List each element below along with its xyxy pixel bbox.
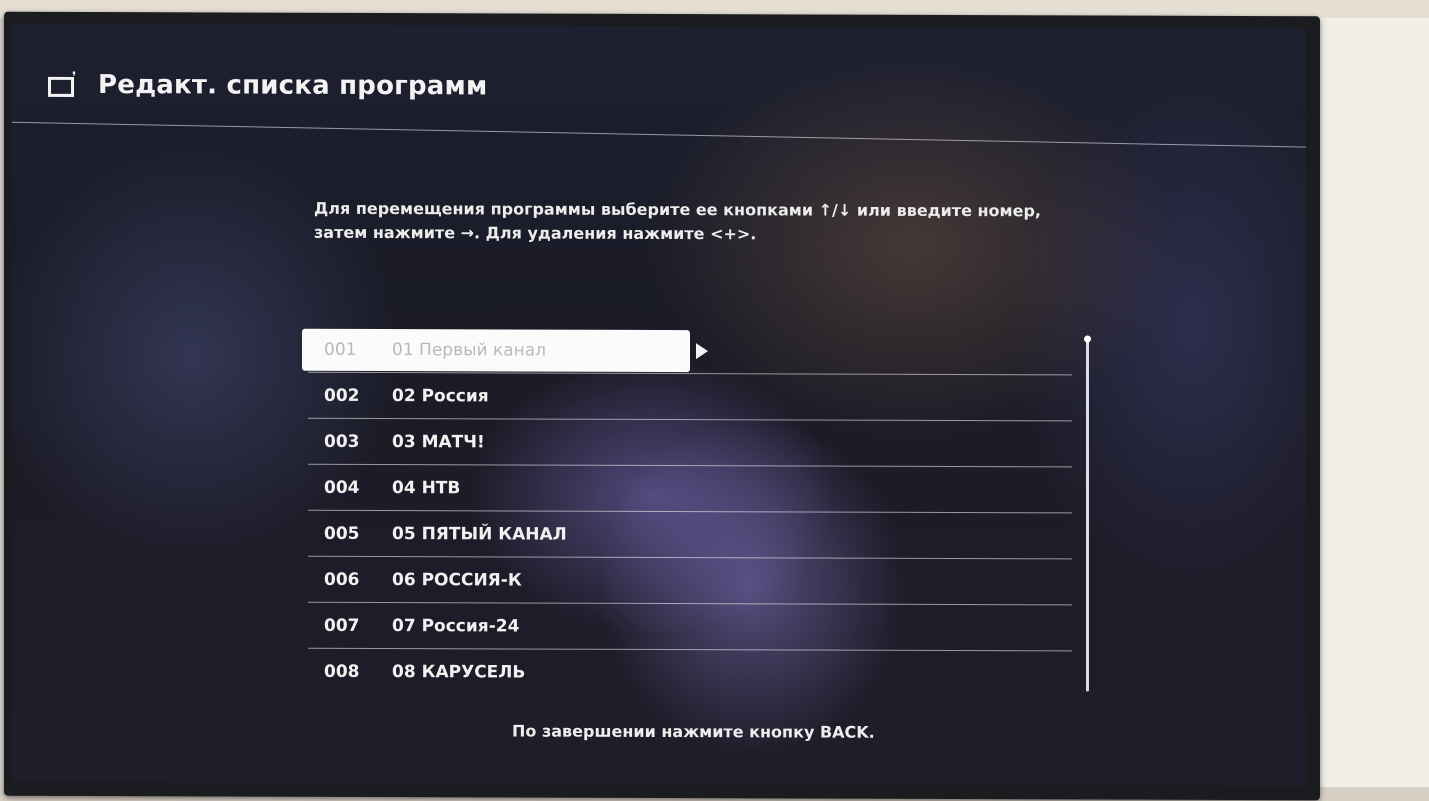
footer-hint: По завершении нажмите кнопку BACK. xyxy=(512,721,875,742)
tv-bezel: ❜ Редакт. списка программ Для перемещени… xyxy=(4,11,1320,801)
channel-row-008[interactable]: 008 08 КАРУСЕЛЬ xyxy=(302,649,1072,698)
channel-row-002[interactable]: 002 02 Россия xyxy=(302,373,1072,422)
channel-number: 003 xyxy=(324,431,360,452)
channel-row-004[interactable]: 004 04 НТВ xyxy=(302,465,1072,514)
instructions-text: Для перемещения программы выберите ее кн… xyxy=(314,197,1074,248)
list-scrollbar[interactable] xyxy=(1084,335,1091,692)
channel-number: 002 xyxy=(324,385,360,406)
channel-name: 05 ПЯТЫЙ КАНАЛ xyxy=(392,524,567,545)
channel-name: 06 РОССИЯ-К xyxy=(392,570,522,591)
page-title: Редакт. списка программ xyxy=(98,70,488,102)
channel-number: 001 xyxy=(324,339,357,360)
page-header: ❜ Редакт. списка программ xyxy=(48,70,488,102)
channel-number: 008 xyxy=(324,661,360,682)
channel-name: 08 КАРУСЕЛЬ xyxy=(392,662,526,683)
scrollbar-thumb[interactable] xyxy=(1084,335,1091,343)
channel-name: 07 Россия-24 xyxy=(392,616,520,637)
tv-screen: ❜ Редакт. списка программ Для перемещени… xyxy=(12,23,1306,787)
channel-name: 03 МАТЧ! xyxy=(392,432,485,453)
move-right-arrow-icon[interactable] xyxy=(696,343,708,360)
header-divider xyxy=(12,121,1306,148)
channel-list: 001 01 Первый канал 002 02 Россия 003 03… xyxy=(302,327,1072,698)
channel-row-005[interactable]: 005 05 ПЯТЫЙ КАНАЛ xyxy=(302,511,1072,560)
channel-name: 02 Россия xyxy=(392,386,489,407)
channel-number: 005 xyxy=(324,523,360,544)
tv-icon: ❜ xyxy=(48,70,84,99)
channel-number: 006 xyxy=(324,569,360,590)
channel-row-003[interactable]: 003 03 МАТЧ! xyxy=(302,419,1072,468)
channel-name: 01 Первый канал xyxy=(392,340,547,361)
channel-number: 007 xyxy=(324,615,360,636)
instructions-line-2: затем нажмите →. Для удаления нажмите <+… xyxy=(314,222,757,244)
channel-row-001[interactable]: 001 01 Первый канал xyxy=(302,327,1072,376)
channel-row-007[interactable]: 007 07 Россия-24 xyxy=(302,603,1072,652)
instructions-line-1: Для перемещения программы выберите ее кн… xyxy=(314,198,1042,221)
channel-row-006[interactable]: 006 06 РОССИЯ-К xyxy=(302,557,1072,606)
channel-name: 04 НТВ xyxy=(392,478,461,499)
channel-number: 004 xyxy=(324,477,360,498)
